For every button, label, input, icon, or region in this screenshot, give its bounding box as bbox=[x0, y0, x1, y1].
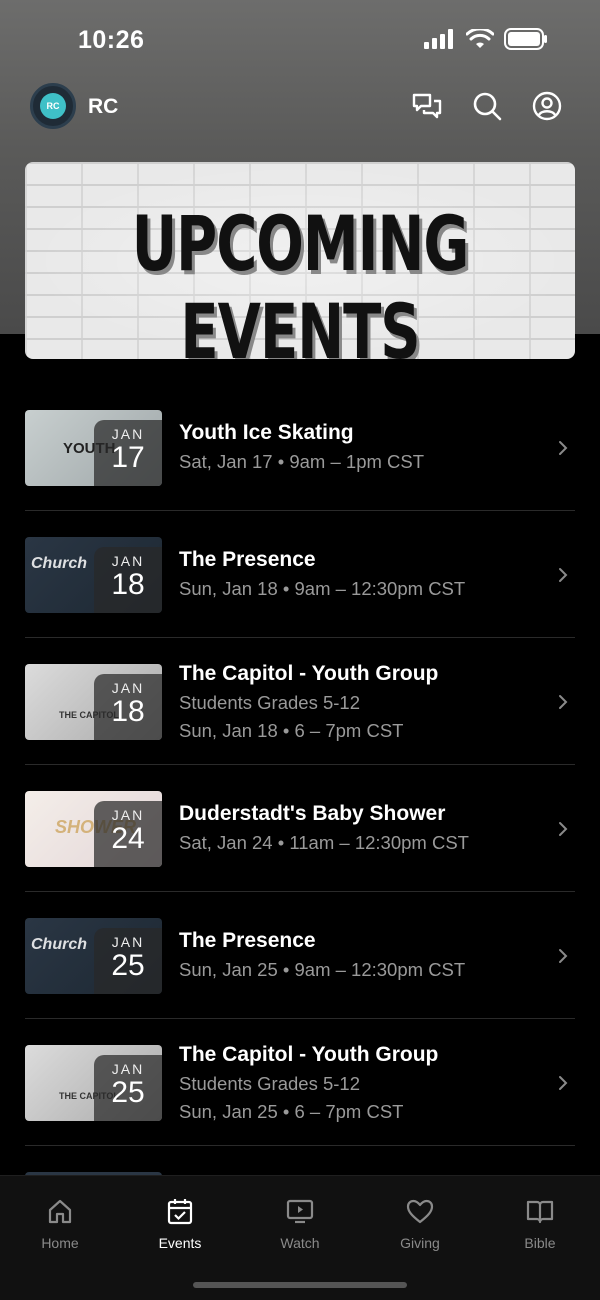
event-info: The Presence Sun, Jan 25 • 9am – 12:30pm … bbox=[179, 929, 549, 981]
chevron-right-icon bbox=[559, 949, 568, 963]
cellular-signal-icon bbox=[424, 29, 453, 49]
date-month: JAN bbox=[111, 807, 145, 823]
event-list: YOUTH JAN 17 Youth Ice Skating Sat, Jan 17 •… bbox=[25, 384, 575, 1192]
event-subtitle: Sun, Jan 18 • 6 – 7pm CST bbox=[179, 720, 404, 741]
event-info: Duderstadt's Baby Shower Sat, Jan 24 • 11… bbox=[179, 802, 549, 854]
date-badge: JAN 17 bbox=[94, 420, 162, 486]
event-item[interactable]: Church JAN 18 The Presence Sun, Jan 18 • 9am… bbox=[25, 511, 575, 638]
calendar-icon bbox=[167, 1199, 193, 1225]
event-title: The Presence bbox=[179, 929, 316, 952]
date-day: 18 bbox=[111, 695, 145, 728]
app-header: RC RC bbox=[0, 80, 600, 134]
date-badge: JAN 24 bbox=[94, 801, 162, 867]
event-thumbnail: Church JAN 18 bbox=[25, 537, 162, 613]
video-icon bbox=[286, 1199, 314, 1224]
heart-icon bbox=[406, 1199, 434, 1224]
date-month: JAN bbox=[111, 426, 145, 442]
banner-title: UPCOMING EVENTS bbox=[131, 201, 470, 359]
tab-events[interactable]: Events bbox=[120, 1196, 240, 1251]
event-title: Duderstadt's Baby Shower bbox=[179, 802, 446, 825]
event-title: The Presence bbox=[179, 548, 316, 571]
date-badge: JAN 25 bbox=[94, 928, 162, 994]
event-info: The Presence Sun, Jan 18 • 9am – 12:30pm … bbox=[179, 548, 549, 600]
event-item[interactable]: YOUTH JAN 17 Youth Ice Skating Sat, Jan 17 •… bbox=[25, 384, 575, 511]
event-item[interactable]: THE CAPITOL JAN 25 The Capitol - Youth Grou… bbox=[25, 1019, 575, 1146]
event-thumbnail: THE CAPITOL JAN 25 bbox=[25, 1045, 162, 1121]
date-badge: JAN 25 bbox=[94, 1055, 162, 1121]
profile-icon[interactable] bbox=[530, 89, 564, 123]
event-thumbnail: Church JAN 25 bbox=[25, 918, 162, 994]
chevron-right-icon bbox=[559, 568, 568, 582]
event-info: Youth Ice Skating Sat, Jan 17 • 9am – 1pm… bbox=[179, 421, 549, 473]
date-month: JAN bbox=[111, 1061, 145, 1077]
event-title: Youth Ice Skating bbox=[179, 421, 354, 444]
tab-label: Home bbox=[41, 1235, 79, 1251]
search-icon[interactable] bbox=[470, 89, 504, 123]
date-month: JAN bbox=[111, 934, 145, 950]
date-month: JAN bbox=[111, 553, 145, 569]
tab-label: Events bbox=[158, 1235, 202, 1251]
date-month: JAN bbox=[111, 680, 145, 696]
event-subtitle: Sun, Jan 18 • 9am – 12:30pm CST bbox=[179, 578, 466, 599]
tab-label: Watch bbox=[280, 1235, 320, 1251]
tab-giving[interactable]: Giving bbox=[360, 1196, 480, 1251]
status-time: 10:26 bbox=[78, 26, 145, 54]
chat-icon[interactable] bbox=[410, 89, 444, 123]
event-subtitle: Students Grades 5-12 bbox=[179, 1073, 360, 1094]
wifi-icon bbox=[466, 29, 494, 48]
screen: 10:26 RC RC UPCOMING EVENTS YOUTH JAN 17… bbox=[0, 0, 600, 1300]
event-subtitle: Sat, Jan 24 • 11am – 12:30pm CST bbox=[179, 832, 469, 853]
home-icon bbox=[48, 1199, 72, 1224]
date-badge: JAN 18 bbox=[94, 674, 162, 740]
battery-icon bbox=[504, 28, 547, 50]
event-title: The Capitol - Youth Group bbox=[179, 1043, 439, 1066]
event-info: The Capitol - Youth Group Students Grades… bbox=[179, 1043, 549, 1123]
date-badge: JAN 18 bbox=[94, 547, 162, 613]
event-subtitle: Sun, Jan 25 • 9am – 12:30pm CST bbox=[179, 959, 466, 980]
chevron-right-icon bbox=[559, 822, 568, 836]
date-day: 25 bbox=[111, 1076, 145, 1109]
home-indicator bbox=[193, 1282, 407, 1288]
tab-home[interactable]: Home bbox=[0, 1196, 120, 1251]
event-item[interactable]: Church JAN 25 The Presence Sun, Jan 25 • 9am… bbox=[25, 892, 575, 1019]
header-actions bbox=[410, 89, 564, 123]
date-day: 25 bbox=[111, 949, 145, 982]
tab-label: Bible bbox=[524, 1235, 556, 1251]
tabs: Home Events Watch Giving Bible bbox=[0, 1196, 600, 1251]
date-day: 18 bbox=[111, 568, 145, 601]
event-thumbnail: YOUTH JAN 17 bbox=[25, 410, 162, 486]
event-thumbnail: SHOWERJAN24 bbox=[25, 791, 162, 867]
event-subtitle: Sat, Jan 17 • 9am – 1pm CST bbox=[179, 451, 425, 472]
chevron-right-icon bbox=[559, 441, 568, 455]
event-item[interactable]: SHOWERJAN24 Duderstadt's Baby Shower Sat, … bbox=[25, 765, 575, 892]
book-icon bbox=[526, 1200, 554, 1224]
church-logo-text: RC bbox=[40, 93, 66, 119]
event-title: The Capitol - Youth Group bbox=[179, 662, 439, 685]
event-info: The Capitol - Youth Group Students Grades… bbox=[179, 662, 549, 742]
date-day: 24 bbox=[111, 822, 145, 855]
chevron-right-icon bbox=[559, 1076, 568, 1090]
tab-label: Giving bbox=[400, 1235, 440, 1251]
event-thumbnail-art: Church bbox=[31, 555, 87, 572]
app-title: RC bbox=[88, 95, 119, 118]
event-subtitle: Sun, Jan 25 • 6 – 7pm CST bbox=[179, 1101, 404, 1122]
event-thumbnail: THE CAPITOL JAN 18 bbox=[25, 664, 162, 740]
date-day: 17 bbox=[111, 441, 145, 474]
event-subtitle: Students Grades 5-12 bbox=[179, 692, 360, 713]
upcoming-events-banner: UPCOMING EVENTS bbox=[25, 162, 575, 359]
church-logo[interactable]: RC bbox=[30, 83, 76, 129]
event-thumbnail-art: Church bbox=[31, 936, 87, 953]
chevron-right-icon bbox=[559, 695, 568, 709]
status-bar: 10:26 bbox=[0, 0, 600, 80]
status-icons bbox=[424, 28, 548, 50]
tab-watch[interactable]: Watch bbox=[240, 1196, 360, 1251]
event-item[interactable]: THE CAPITOL JAN 18 The Capitol - Youth Grou… bbox=[25, 638, 575, 765]
tab-bible[interactable]: Bible bbox=[480, 1196, 600, 1251]
